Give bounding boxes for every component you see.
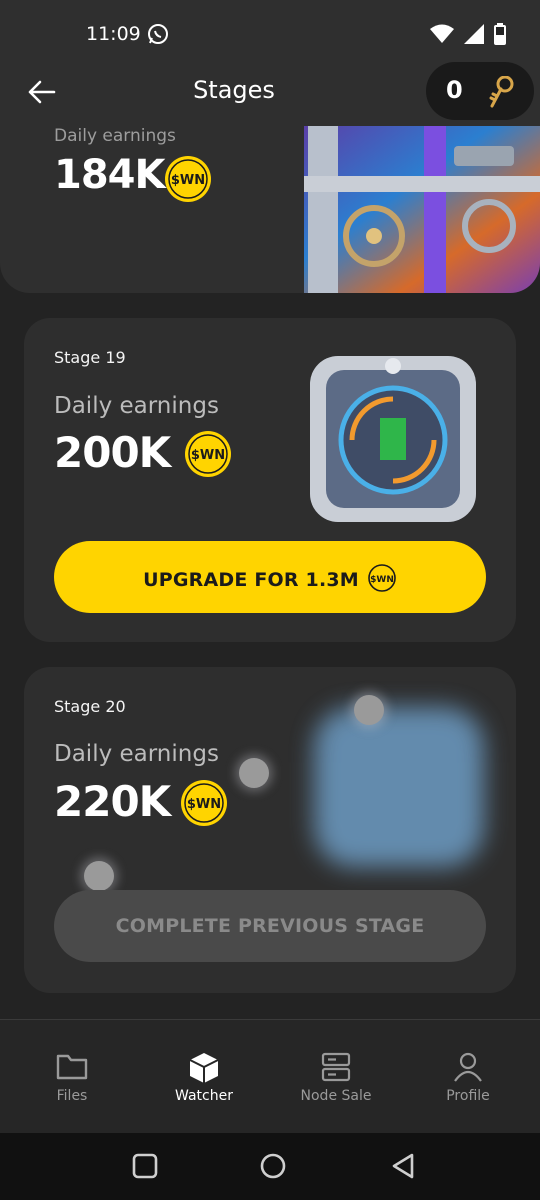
stage-label: Stage 19: [54, 348, 126, 367]
nav-label: Profile: [446, 1088, 490, 1104]
daily-earnings-value: 184K: [54, 152, 165, 198]
stage-machine-image: [304, 126, 540, 293]
svg-text:$WN: $WN: [191, 448, 225, 463]
wn-coin-icon: $WN: [368, 564, 396, 592]
stage-machine-image: [310, 356, 476, 522]
svg-text:$WN: $WN: [370, 575, 394, 585]
wn-coin-icon: $WN: [165, 156, 211, 202]
svg-text:$WN: $WN: [187, 797, 221, 812]
svg-text:$WN: $WN: [171, 173, 205, 188]
stage-label: Stage 20: [54, 697, 126, 716]
wn-coin-icon: $WN: [185, 431, 231, 477]
server-icon: [321, 1052, 351, 1082]
stage-card-19: Stage 19 Daily earnings 200K $WN UPGRADE…: [24, 318, 516, 642]
nav-label: Files: [56, 1088, 88, 1104]
key-icon: [489, 76, 514, 108]
blur-particle: [239, 758, 269, 788]
header: Stages 0: [0, 60, 540, 122]
keys-balance[interactable]: 0: [426, 62, 534, 120]
nav-item-node-sale[interactable]: Node Sale: [269, 1020, 403, 1134]
recents-square-icon[interactable]: [132, 1153, 158, 1179]
upgrade-button[interactable]: UPGRADE FOR 1.3M $WN: [54, 541, 486, 613]
wifi-icon: [430, 24, 454, 43]
locked-stage-image: [314, 707, 484, 867]
daily-earnings-label: Daily earnings: [54, 126, 176, 146]
back-triangle-icon[interactable]: [390, 1153, 416, 1179]
battery-icon: [494, 23, 506, 45]
nav-label: Node Sale: [300, 1088, 372, 1104]
complete-previous-stage-label: COMPLETE PREVIOUS STAGE: [115, 915, 425, 937]
nav-item-files[interactable]: Files: [5, 1020, 139, 1134]
signal-icon: [464, 24, 484, 44]
home-circle-icon[interactable]: [260, 1153, 286, 1179]
cube-icon: [189, 1053, 219, 1083]
folder-icon: [56, 1054, 88, 1080]
person-icon: [454, 1052, 482, 1082]
daily-earnings-value: 220K: [54, 777, 171, 826]
daily-earnings-label: Daily earnings: [54, 741, 219, 767]
upgrade-button-label: UPGRADE FOR 1.3M: [143, 568, 359, 591]
nav-item-watcher[interactable]: Watcher: [137, 1020, 271, 1134]
daily-earnings-value: 200K: [54, 428, 171, 477]
bottom-nav: Files Watcher Node Sale Profile: [0, 1019, 540, 1134]
keys-count: 0: [446, 76, 463, 104]
nav-label: Watcher: [175, 1088, 233, 1104]
blur-particle: [84, 861, 114, 891]
page-title: Stages: [193, 76, 275, 104]
wn-coin-icon: $WN: [181, 780, 227, 826]
daily-earnings-label: Daily earnings: [54, 393, 219, 419]
system-nav-bar: [0, 1133, 540, 1200]
stage-card-20: Stage 20 Daily earnings 220K $WN COMPLET…: [24, 667, 516, 993]
nav-item-profile[interactable]: Profile: [401, 1020, 535, 1134]
status-time: 11:09: [86, 23, 141, 45]
blur-particle: [354, 695, 384, 725]
complete-previous-stage-button[interactable]: COMPLETE PREVIOUS STAGE: [54, 890, 486, 962]
whatsapp-notification-icon: [148, 24, 168, 44]
